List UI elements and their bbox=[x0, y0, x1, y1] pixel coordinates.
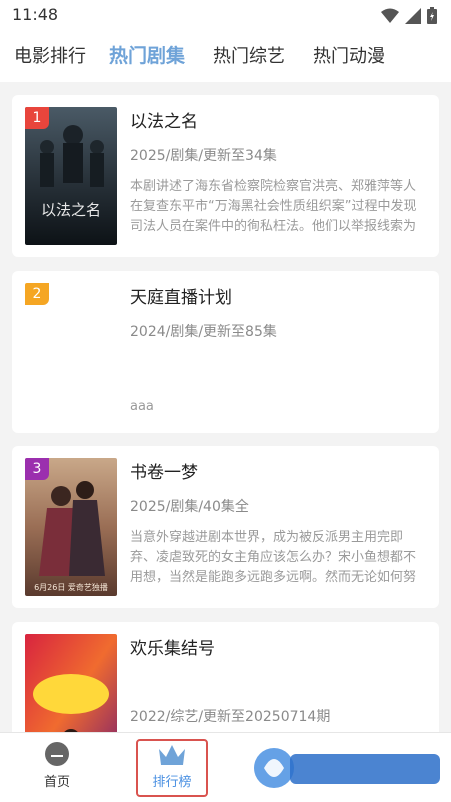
list-item[interactable]: 以法之名 1 以法之名 2025/剧集/更新至34集 本剧讲述了海东省检察院检察… bbox=[12, 95, 439, 257]
status-time: 11:48 bbox=[12, 5, 59, 24]
nav-home-label: 首页 bbox=[43, 775, 70, 790]
tab-movie-ranking[interactable]: 电影排行 bbox=[14, 42, 86, 68]
poster-caption: 6月26日 爱奇艺独播 bbox=[34, 582, 108, 592]
item-meta: 2025/剧集/40集全 bbox=[130, 499, 249, 515]
item-meta: 2022/综艺/更新至20250714期 bbox=[130, 709, 331, 725]
item-description: 本剧讲述了海东省检察院检察官洪亮、郑雅萍等人在复查东平市“万海黑社会性质组织案”… bbox=[130, 179, 417, 234]
item-title: 天庭直播计划 bbox=[130, 288, 232, 308]
home-icon bbox=[45, 742, 69, 766]
list-item[interactable]: 6月26日 爱奇艺独播 3 书卷一梦 2025/剧集/40集全 当意外穿越进剧本… bbox=[12, 446, 439, 608]
list-item[interactable]: 欢乐集结号 2022/综艺/更新至20250714期 bbox=[12, 622, 439, 732]
nav-ranking-label: 排行榜 bbox=[152, 775, 192, 790]
item-title: 欢乐集结号 bbox=[130, 639, 215, 659]
watermark-logo bbox=[254, 748, 440, 788]
list-item[interactable]: 2 天庭直播计划 2024/剧集/更新至85集 aaa bbox=[12, 271, 439, 433]
nav-home[interactable]: 首页 bbox=[17, 741, 97, 790]
status-bar: 11:48 bbox=[0, 0, 451, 30]
item-meta: 2025/剧集/更新至34集 bbox=[130, 148, 277, 164]
crown-icon bbox=[159, 745, 185, 765]
category-tab-bar: 电影排行 热门剧集 热门综艺 热门动漫 bbox=[0, 30, 451, 82]
poster-title: 以法之名 bbox=[41, 201, 101, 219]
battery-icon bbox=[427, 7, 437, 24]
ranking-list[interactable]: 以法之名 1 以法之名 2025/剧集/更新至34集 本剧讲述了海东省检察院检察… bbox=[0, 82, 451, 732]
status-icons bbox=[381, 7, 437, 24]
wifi-icon bbox=[381, 8, 399, 23]
item-title: 书卷一梦 bbox=[130, 463, 198, 483]
item-title: 以法之名 bbox=[130, 112, 198, 132]
nav-ranking[interactable]: 排行榜 bbox=[136, 739, 208, 797]
rank-badge: 3 bbox=[25, 458, 49, 480]
tab-hot-variety[interactable]: 热门综艺 bbox=[213, 42, 285, 68]
tab-hot-anime[interactable]: 热门动漫 bbox=[313, 42, 385, 68]
poster-image bbox=[25, 634, 117, 732]
item-description: 当意外穿越进剧本世界，成为被反派男主用完即弃、凌虐致死的女主角应该怎么办？宋小鱼… bbox=[130, 530, 417, 585]
signal-icon bbox=[405, 7, 421, 24]
item-meta: 2024/剧集/更新至85集 bbox=[130, 324, 277, 340]
tab-hot-series[interactable]: 热门剧集 bbox=[109, 41, 185, 68]
rank-badge: 2 bbox=[25, 283, 49, 305]
rank-badge: 1 bbox=[25, 107, 49, 129]
